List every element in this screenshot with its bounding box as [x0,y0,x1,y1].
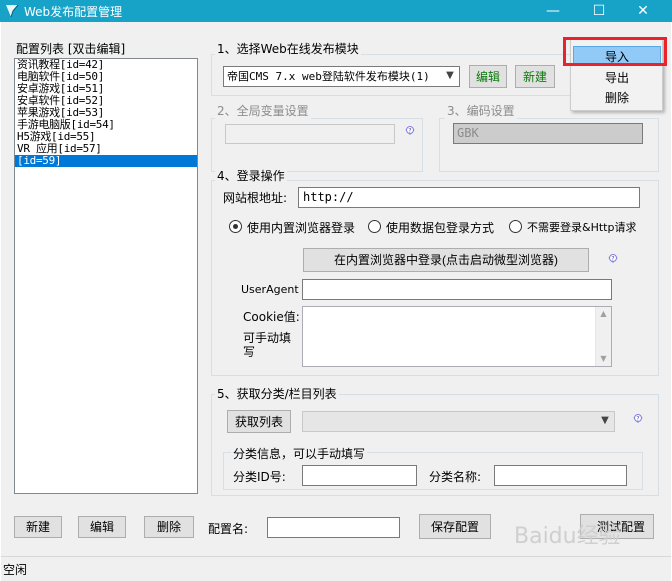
status-bar: 空闲 [1,556,671,581]
category-id-input[interactable] [302,465,417,486]
fetch-list-button[interactable]: 获取列表 [227,410,291,433]
radio-packet-login[interactable]: 使用数据包登录方式 [368,219,496,235]
cookie-label: Cookie值: [243,310,300,324]
chevron-down-icon: ▼ [446,70,454,81]
status-text: 空闲 [3,563,28,577]
scroll-up-icon[interactable]: ▲ [596,307,611,321]
encoding-select-value: GBK [457,126,479,140]
help-icon[interactable]: ? [402,124,418,140]
category-info-title: 分类信息，可以手动填写 [231,445,368,462]
baidu-watermark: Baidu经验 [500,508,660,558]
chevron-down-icon: ▼ [601,415,609,426]
encoding-select: GBK [453,123,643,144]
menu-item-delete[interactable]: 删除 [573,88,661,108]
config-new-button[interactable]: 新建 [14,516,62,538]
cookie-scrollbar[interactable]: ▲ ▼ [595,307,611,366]
config-delete-button[interactable]: 删除 [144,516,194,538]
section5-title: 5、获取分类/栏目列表 [215,385,339,402]
scroll-down-icon[interactable]: ▼ [596,352,611,366]
category-id-label: 分类ID号: [233,470,286,484]
module-new-button[interactable]: 新建 [515,65,555,88]
highlight-box [563,37,667,66]
useragent-label: UserAgent [241,283,299,296]
svg-text:?: ? [408,128,411,135]
menu-item-export[interactable]: 导出 [573,68,661,88]
section1-title: 1、选择Web在线发布模块 [215,40,361,57]
save-config-button[interactable]: 保存配置 [419,514,491,539]
help-icon[interactable]: ? [605,252,621,268]
category-name-input[interactable] [494,465,627,486]
svg-text:?: ? [636,416,639,423]
cookie-manual-label: 可手动填写 [243,331,292,359]
cookie-textarea[interactable]: ▲ ▼ [302,306,612,367]
module-edit-button[interactable]: 编辑 [469,65,507,88]
config-name-label: 配置名: [208,522,249,536]
config-list-item[interactable]: [id=59] [15,155,197,167]
config-edit-button[interactable]: 编辑 [78,516,126,538]
radio-builtin-dot[interactable] [229,220,242,233]
config-list[interactable]: 资讯教程[id=42] 电脑软件[id=50] 安卓游戏[id=51] 安卓软件[id… [14,58,198,494]
radio-packet-label: 使用数据包登录方式 [386,221,495,235]
builtin-browser-login-button[interactable]: 在内置浏览器中登录(点击启动微型浏览器) [303,248,589,272]
radio-none-dot[interactable] [509,220,522,233]
help-icon[interactable]: ? [630,412,646,428]
window-title: Web发布配置管理 [24,5,123,19]
module-select[interactable]: 帝国CMS 7.x web登陆软件发布模块(1) ▼ [223,66,460,87]
module-select-value: 帝国CMS 7.x web登陆软件发布模块(1) [227,70,430,83]
config-list-header: 配置列表 [双击编辑] [16,42,126,56]
radio-none-label: 不需要登录&Http请求 [527,221,637,234]
radio-packet-dot[interactable] [368,220,381,233]
section2-title: 2、全局变量设置 [215,102,311,119]
minimize-button[interactable]: — [530,0,576,22]
category-name-label: 分类名称: [429,470,482,484]
app-icon [6,4,19,18]
root-url-value: http:// [303,190,354,204]
root-url-input[interactable]: http:// [298,187,640,208]
section4-title: 4、登录操作 [215,167,287,184]
section3-title: 3、编码设置 [445,102,517,119]
watermark-text: Baidu经验 [514,524,621,549]
useragent-input[interactable] [302,279,612,300]
radio-no-login[interactable]: 不需要登录&Http请求 [509,219,649,235]
window-titlebar[interactable]: Web发布配置管理 — ☐ ✕ [0,0,672,22]
close-button[interactable]: ✕ [620,0,666,22]
maximize-button[interactable]: ☐ [576,0,622,22]
radio-builtin-browser[interactable]: 使用内置浏览器登录 [229,219,365,235]
root-url-label: 网站根地址: [223,191,288,205]
category-select[interactable]: ▼ [302,411,615,432]
svg-text:?: ? [611,256,614,263]
radio-builtin-label: 使用内置浏览器登录 [247,221,356,235]
config-name-input[interactable] [267,517,400,538]
global-vars-field [225,124,395,144]
